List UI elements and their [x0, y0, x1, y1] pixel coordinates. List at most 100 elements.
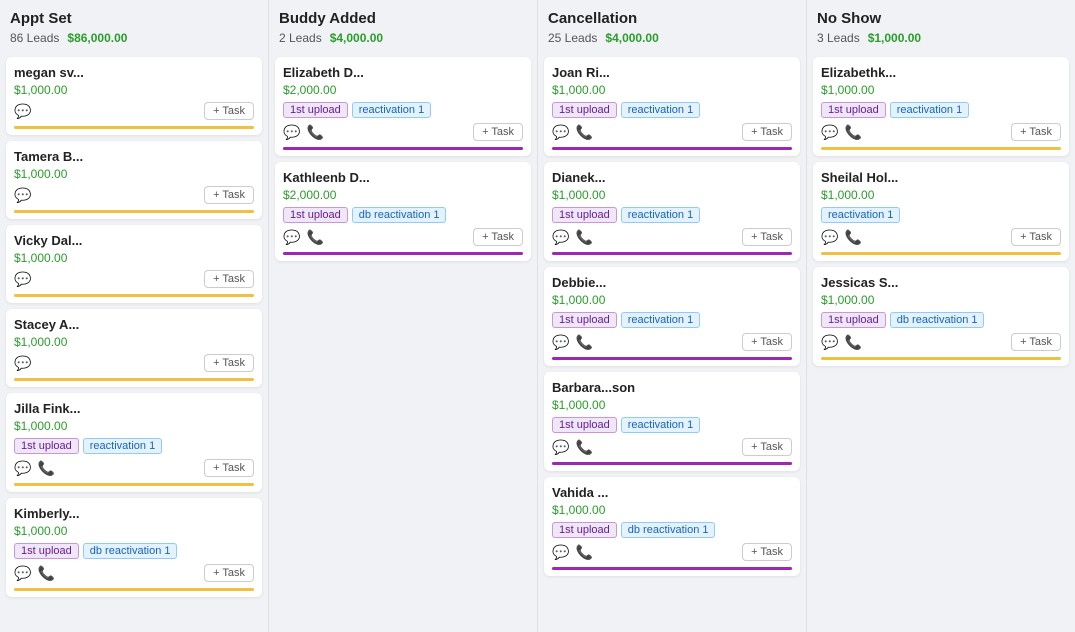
- card-name: Tamera B...: [14, 149, 254, 164]
- phone-icon[interactable]: 📞: [306, 229, 323, 246]
- card: megan sv... $1,000.00 💬 + Task: [6, 57, 262, 135]
- card-name: Vahida ...: [552, 485, 792, 500]
- chat-icon[interactable]: 💬: [552, 439, 569, 456]
- card-tags: 1st uploaddb reactivation 1: [283, 207, 523, 223]
- chat-icon[interactable]: 💬: [552, 334, 569, 351]
- card-icons: 💬: [14, 103, 31, 120]
- card-icons: 💬📞: [552, 439, 593, 456]
- card-amount: $1,000.00: [14, 83, 254, 97]
- card-amount: $1,000.00: [821, 293, 1061, 307]
- card-tag: 1st upload: [283, 207, 348, 223]
- card-tags: 1st uploaddb reactivation 1: [552, 522, 792, 538]
- card-tag: db reactivation 1: [621, 522, 716, 538]
- add-task-button[interactable]: + Task: [742, 438, 792, 456]
- card-divider: [14, 378, 254, 381]
- chat-icon[interactable]: 💬: [14, 460, 31, 477]
- card-footer: 💬📞+ Task: [552, 438, 792, 456]
- phone-icon[interactable]: 📞: [844, 229, 861, 246]
- add-task-button[interactable]: + Task: [204, 354, 254, 372]
- card-footer: 💬📞+ Task: [14, 459, 254, 477]
- card: Stacey A...$1,000.00💬+ Task: [6, 309, 262, 387]
- card-divider: [14, 588, 254, 591]
- add-task-button[interactable]: + Task: [204, 459, 254, 477]
- card-footer: 💬 📞 + Task: [821, 228, 1061, 246]
- chat-icon[interactable]: 💬: [552, 124, 569, 141]
- card-amount: $1,000.00: [14, 419, 254, 433]
- card: Tamera B...$1,000.00💬+ Task: [6, 141, 262, 219]
- card-divider: [552, 567, 792, 570]
- card-icons: 💬📞: [14, 460, 55, 477]
- card: Vicky Dal...$1,000.00💬+ Task: [6, 225, 262, 303]
- add-task-button[interactable]: + Task: [1011, 123, 1061, 141]
- card: Debbie...$1,000.001st uploadreactivation…: [544, 267, 800, 366]
- card-amount: $2,000.00: [283, 188, 523, 202]
- add-task-button[interactable]: + Task: [204, 102, 254, 120]
- card-tag: 1st upload: [552, 417, 617, 433]
- chat-icon[interactable]: 💬: [283, 124, 300, 141]
- chat-icon[interactable]: 💬: [14, 187, 31, 204]
- add-task-button[interactable]: + Task: [742, 123, 792, 141]
- phone-icon[interactable]: 📞: [844, 334, 861, 351]
- phone-icon[interactable]: 📞: [306, 124, 323, 141]
- add-task-button[interactable]: + Task: [742, 543, 792, 561]
- phone-icon[interactable]: 📞: [575, 334, 592, 351]
- card-name: Joan Ri...: [552, 65, 792, 80]
- chat-icon[interactable]: 💬: [821, 229, 838, 246]
- column-body-buddy-added: Elizabeth D...$2,000.001st uploadreactiv…: [269, 53, 537, 632]
- card-icons: 💬📞: [552, 544, 593, 561]
- card-divider: [14, 483, 254, 486]
- add-task-button[interactable]: + Task: [742, 228, 792, 246]
- card: Dianek...$1,000.001st uploadreactivation…: [544, 162, 800, 261]
- chat-icon[interactable]: 💬: [14, 355, 31, 372]
- card-amount: $1,000.00: [14, 251, 254, 265]
- add-task-button[interactable]: + Task: [473, 228, 523, 246]
- column-amount-buddy-added: $4,000.00: [330, 31, 383, 45]
- column-title-appt-set: Appt Set: [10, 10, 258, 27]
- add-task-button[interactable]: + Task: [204, 186, 254, 204]
- add-task-button[interactable]: + Task: [742, 333, 792, 351]
- column-cancellation: Cancellation25 Leads$4,000.00Joan Ri...$…: [538, 0, 807, 632]
- chat-icon[interactable]: 💬: [14, 103, 31, 120]
- card: Elizabeth D...$2,000.001st uploadreactiv…: [275, 57, 531, 156]
- column-body-appt-set: megan sv... $1,000.00 💬 + Task Tamera B... $1…: [0, 53, 268, 632]
- phone-icon[interactable]: 📞: [575, 229, 592, 246]
- card-tag: 1st upload: [14, 438, 79, 454]
- add-task-button[interactable]: + Task: [204, 270, 254, 288]
- card-icons: 💬📞: [552, 229, 593, 246]
- column-appt-set: Appt Set86 Leads$86,000.00megan sv...$1,…: [0, 0, 269, 632]
- chat-icon[interactable]: 💬: [14, 271, 31, 288]
- card-tag: reactivation 1: [621, 207, 700, 223]
- card-divider: [552, 462, 792, 465]
- chat-icon[interactable]: 💬: [283, 229, 300, 246]
- card-divider: [821, 252, 1061, 255]
- add-task-button[interactable]: + Task: [473, 123, 523, 141]
- card-tags: 1st uploadreactivation 1: [552, 102, 792, 118]
- chat-icon[interactable]: 💬: [552, 229, 569, 246]
- card-name: megan sv...: [14, 65, 254, 80]
- add-task-button[interactable]: + Task: [1011, 333, 1061, 351]
- phone-icon[interactable]: 📞: [37, 460, 54, 477]
- card-icons: 💬📞: [821, 124, 862, 141]
- phone-icon[interactable]: 📞: [575, 439, 592, 456]
- phone-icon[interactable]: 📞: [844, 124, 861, 141]
- card-tags: 1st uploadreactivation 1: [552, 207, 792, 223]
- column-body-cancellation: Joan Ri...$1,000.001st uploadreactivatio…: [538, 53, 806, 632]
- phone-icon[interactable]: 📞: [37, 565, 54, 582]
- phone-icon[interactable]: 📞: [575, 544, 592, 561]
- chat-icon[interactable]: 💬: [821, 124, 838, 141]
- phone-icon[interactable]: 📞: [575, 124, 592, 141]
- card-name: Jessicas S...: [821, 275, 1061, 290]
- column-amount-no-show: $1,000.00: [868, 31, 921, 45]
- column-leads-no-show: 3 Leads: [817, 31, 860, 45]
- card: Vahida ...$1,000.001st uploaddb reactiva…: [544, 477, 800, 576]
- card-divider: [552, 357, 792, 360]
- add-task-button[interactable]: + Task: [1011, 228, 1061, 246]
- column-leads-cancellation: 25 Leads: [548, 31, 597, 45]
- chat-icon[interactable]: 💬: [14, 565, 31, 582]
- card-footer: 💬 + Task: [14, 270, 254, 288]
- card-tag: 1st upload: [821, 102, 886, 118]
- card-divider: [821, 147, 1061, 150]
- add-task-button[interactable]: + Task: [204, 564, 254, 582]
- chat-icon[interactable]: 💬: [552, 544, 569, 561]
- chat-icon[interactable]: 💬: [821, 334, 838, 351]
